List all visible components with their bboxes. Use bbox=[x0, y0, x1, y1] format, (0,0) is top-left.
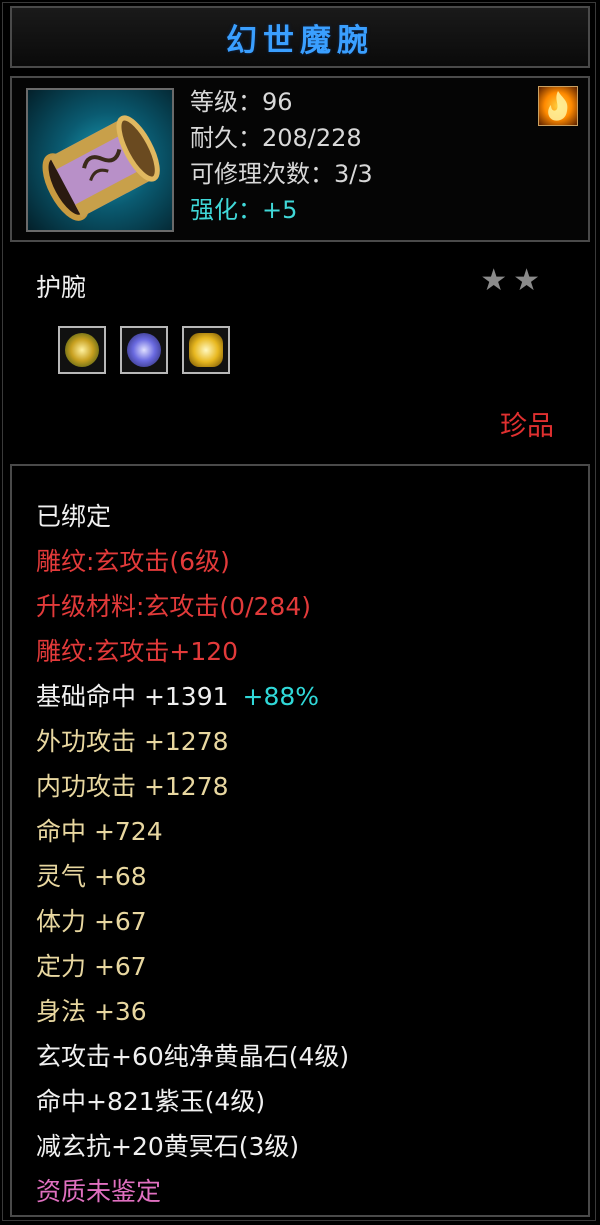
purple-jade-gem-icon[interactable] bbox=[120, 326, 168, 374]
upgrade-material-line: 升级材料:玄攻击(0/284) bbox=[36, 592, 311, 621]
base-hit-line: 基础命中 +1391 +88% bbox=[36, 674, 349, 719]
base-hit-percent: +88% bbox=[242, 682, 320, 711]
gem-bonus-1: 玄攻击+60纯净黄晶石(4级) bbox=[36, 1042, 350, 1071]
fire-badge-icon bbox=[538, 86, 578, 126]
inner-attack-line: 内功攻击 +1278 bbox=[36, 772, 229, 801]
level-line: 等级：96 bbox=[190, 88, 293, 116]
golden-gem-icon[interactable] bbox=[182, 326, 230, 374]
gem-bonus-2: 命中+821紫玉(4级) bbox=[36, 1087, 266, 1116]
base-hit-value: 基础命中 +1391 bbox=[36, 682, 229, 711]
quality-status: 资质未鉴定 bbox=[36, 1177, 162, 1206]
durability-line: 耐久：208/228 bbox=[190, 124, 362, 152]
repairs-line: 可修理次数：3/3 bbox=[190, 160, 373, 188]
engrave-line: 雕纹:玄攻击(6级) bbox=[36, 547, 230, 576]
item-title: 幻世魔腕 bbox=[226, 22, 374, 59]
focus-line: 定力 +67 bbox=[36, 952, 147, 981]
gem-sockets bbox=[58, 326, 230, 374]
attribute-list: 已绑定 雕纹:玄攻击(6级) 升级材料:玄攻击(0/284) 雕纹:玄攻击+12… bbox=[36, 494, 349, 1214]
rarity-label: 珍品 bbox=[500, 411, 554, 442]
spirit-line: 灵气 +68 bbox=[36, 862, 147, 891]
engrave-bonus-line: 雕纹:玄攻击+120 bbox=[36, 637, 239, 666]
attribute-panel: 已绑定 雕纹:玄攻击(6级) 升级材料:玄攻击(0/284) 雕纹:玄攻击+12… bbox=[10, 464, 590, 1217]
item-header: 等级：96 耐久：208/228 可修理次数：3/3 强化：+5 bbox=[10, 76, 590, 242]
item-type: 护腕 bbox=[36, 273, 87, 302]
basic-stats: 等级：96 耐久：208/228 可修理次数：3/3 强化：+5 bbox=[190, 84, 373, 228]
star-icon: ★ bbox=[513, 263, 540, 298]
bound-status: 已绑定 bbox=[36, 502, 112, 531]
yellow-crystal-gem-icon[interactable] bbox=[58, 326, 106, 374]
hit-line: 命中 +724 bbox=[36, 817, 163, 846]
stamina-line: 体力 +67 bbox=[36, 907, 147, 936]
outer-attack-line: 外功攻击 +1278 bbox=[36, 727, 229, 756]
gem-bonus-3: 减玄抗+20黄冥石(3级) bbox=[36, 1132, 300, 1161]
enhance-line: 强化：+5 bbox=[190, 196, 298, 224]
agility-line: 身法 +36 bbox=[36, 997, 147, 1026]
star-rating: ★ ★ bbox=[480, 266, 540, 296]
star-icon: ★ bbox=[480, 263, 508, 298]
type-area: 护腕 ★ ★ 珍品 bbox=[10, 248, 590, 448]
bracer-icon bbox=[26, 88, 174, 232]
item-tooltip: 幻世魔腕 等级：96 耐久：208/228 可修理次数：3/3 强化：+5 护腕… bbox=[0, 0, 600, 1225]
title-bar: 幻世魔腕 bbox=[10, 6, 590, 68]
